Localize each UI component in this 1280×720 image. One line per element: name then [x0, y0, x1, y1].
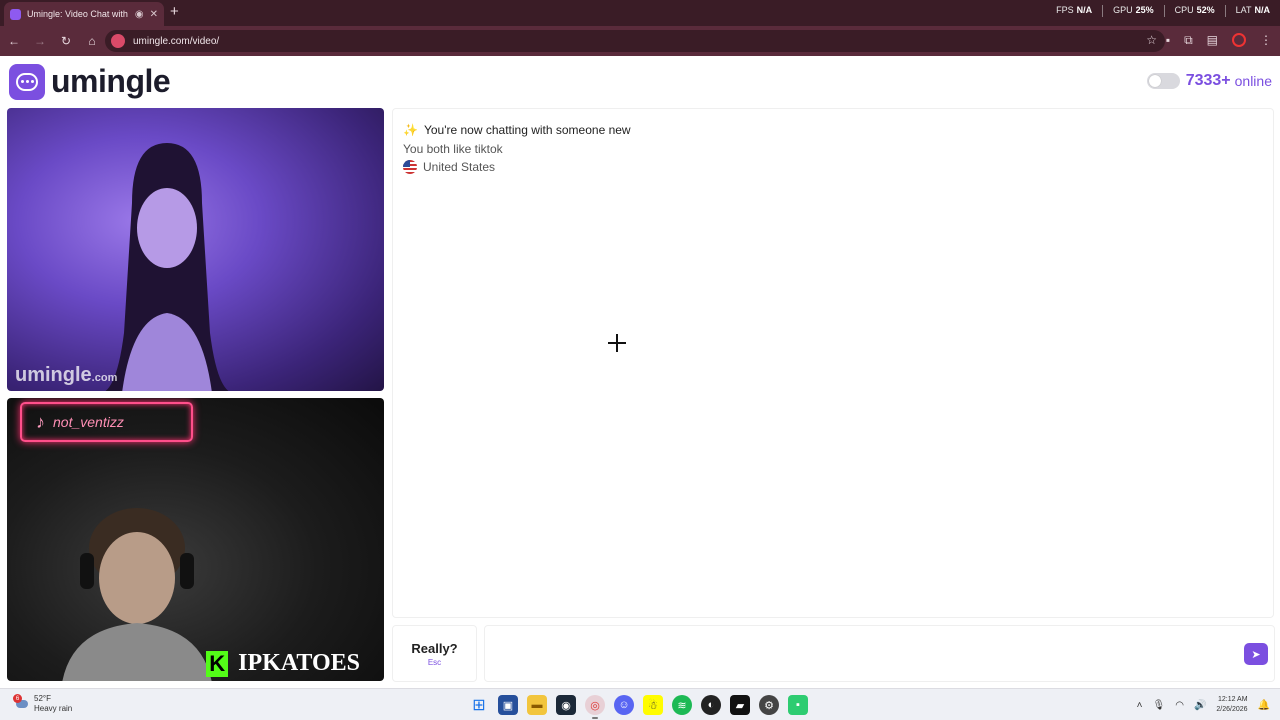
- new-tab-button[interactable]: +: [170, 3, 179, 20]
- extensions-puzzle-icon[interactable]: ⧉: [1184, 33, 1193, 48]
- back-arrow-icon[interactable]: ←: [2, 29, 26, 53]
- fps-readout: FPS N/A: [1056, 5, 1093, 15]
- taskbar-apps: ⊞ ▣ ▬ ◉ ◎ ☺ ☃ ≋ ◐ ▰ ⚙ ▪: [469, 695, 808, 719]
- browser-tab-bar: Umingle: Video Chat with S ◉ ✕ + FPS N/A …: [0, 0, 1280, 26]
- crosshair-cursor-icon: [608, 334, 626, 352]
- chat-bubble-logo-icon: [9, 63, 45, 100]
- send-icon[interactable]: ➤: [1244, 643, 1268, 665]
- tab-audio-icon[interactable]: ◉: [135, 9, 144, 20]
- system-tray: ˄ 🎙 ◠ 🔊 12:12 AM 2/26/2026 🔔: [1137, 695, 1270, 715]
- discord-icon[interactable]: ☺: [614, 695, 634, 715]
- site-info-icon[interactable]: [111, 34, 125, 48]
- site-logo[interactable]: umingle: [9, 63, 171, 100]
- streamer-tag: K IPKATOES: [206, 650, 360, 677]
- chevron-up-icon[interactable]: ˄: [1137, 700, 1143, 711]
- obs-icon[interactable]: ◐: [701, 695, 721, 715]
- wifi-icon[interactable]: ◠: [1175, 700, 1184, 711]
- country-message: United States: [403, 160, 631, 174]
- notification-bell-icon[interactable]: 🔔: [1258, 700, 1270, 711]
- home-icon[interactable]: ⌂: [80, 29, 104, 53]
- skip-shortcut-hint: Esc: [427, 657, 442, 667]
- rain-cloud-icon: 6: [13, 694, 30, 711]
- capcut-icon[interactable]: ▰: [730, 695, 750, 715]
- hud-divider: [1163, 5, 1165, 17]
- tab-close-icon[interactable]: ✕: [150, 9, 158, 20]
- remote-watermark: umingle.com: [15, 364, 118, 386]
- local-person-silhouette: [62, 508, 212, 681]
- weather-widget[interactable]: 6 52°F Heavy rain: [13, 694, 73, 714]
- reload-icon[interactable]: ↻: [54, 29, 78, 53]
- settings-gear-icon[interactable]: ⚙: [759, 695, 779, 715]
- skip-button-label: Really?: [411, 640, 458, 656]
- chrome-icon[interactable]: ◎: [585, 695, 605, 719]
- remote-video: umingle.com: [7, 108, 384, 391]
- online-indicator: 7333+ online: [1146, 72, 1272, 90]
- page-content: umingle 7333+ online umingle.com ♪ not_v…: [0, 56, 1280, 688]
- us-flag-icon: [403, 160, 417, 174]
- weather-temp: 52°F: [34, 694, 51, 703]
- system-messages: ✨ You're now chatting with someone new Y…: [403, 123, 631, 174]
- toolbar-actions: ▪ ⧉ ▤ ⋮: [1166, 33, 1272, 48]
- gpu-readout: GPU 25%: [1113, 5, 1154, 15]
- windows-start-icon[interactable]: ⊞: [469, 695, 489, 715]
- message-box: ➤: [484, 625, 1275, 682]
- cpu-readout: CPU 52%: [1174, 5, 1215, 15]
- streamer-name: IPKATOES: [238, 650, 360, 676]
- volume-icon[interactable]: 🔊: [1194, 700, 1206, 711]
- spotify-icon[interactable]: ≋: [672, 695, 692, 715]
- tiktok-icon: ♪: [36, 411, 45, 432]
- snapchat-icon[interactable]: ☃: [643, 695, 663, 715]
- kick-logo-icon: K: [206, 650, 229, 677]
- hud-divider: [1102, 5, 1104, 17]
- weather-badge: 6: [13, 694, 22, 703]
- steam-icon[interactable]: ◉: [556, 695, 576, 715]
- connected-message: ✨ You're now chatting with someone new: [403, 123, 631, 137]
- performance-overlay: FPS N/A GPU 25% CPU 52% LAT N/A: [1056, 5, 1270, 17]
- neon-sign-text: not_ventizz: [53, 414, 124, 430]
- theme-toggle[interactable]: [1146, 73, 1180, 89]
- skip-button[interactable]: Really? Esc: [392, 625, 477, 682]
- os-taskbar: 6 52°F Heavy rain ⊞ ▣ ▬ ◉ ◎ ☺ ☃ ≋ ◐ ▰ ⚙ …: [0, 688, 1280, 720]
- logo-text: umingle: [51, 63, 171, 99]
- tab-title: Umingle: Video Chat with S: [27, 9, 129, 19]
- url-text: umingle.com/video/: [133, 35, 220, 47]
- system-clock[interactable]: 12:12 AM 2/26/2026: [1216, 695, 1247, 715]
- message-input[interactable]: [495, 636, 1235, 672]
- sparkle-icon: ✨: [403, 123, 418, 137]
- extension-icon[interactable]: ▪: [1166, 33, 1170, 48]
- remote-person-silhouette: [105, 143, 229, 391]
- chat-log[interactable]: ✨ You're now chatting with someone new Y…: [392, 108, 1274, 618]
- local-video: ♪ not_ventizz K IPKATOES: [7, 398, 384, 681]
- weather-desc: Heavy rain: [34, 704, 73, 713]
- profile-avatar-icon[interactable]: [1232, 33, 1246, 47]
- bookmark-star-icon[interactable]: ☆: [1146, 33, 1157, 47]
- file-explorer-icon[interactable]: ▬: [527, 695, 547, 715]
- menu-kebab-icon[interactable]: ⋮: [1260, 33, 1272, 48]
- hud-divider: [1224, 5, 1226, 17]
- shared-interest-message: You both like tiktok: [403, 142, 503, 156]
- browser-toolbar: ← → ↻ ⌂ umingle.com/video/ ☆ ▪ ⧉ ▤ ⋮: [0, 26, 1280, 56]
- forward-arrow-icon[interactable]: →: [28, 29, 52, 53]
- sidepanel-icon[interactable]: ▤: [1207, 33, 1218, 48]
- online-count: 7333+: [1185, 72, 1231, 89]
- lat-readout: LAT N/A: [1235, 5, 1270, 15]
- umingle-favicon-icon: [10, 8, 21, 20]
- online-label: online: [1234, 73, 1272, 89]
- microphone-icon[interactable]: 🎙: [1153, 700, 1166, 711]
- app-icon[interactable]: ▪: [788, 695, 808, 715]
- taskview-icon[interactable]: ▣: [498, 695, 518, 715]
- neon-tiktok-sign: ♪ not_ventizz: [20, 402, 193, 442]
- address-bar[interactable]: umingle.com/video/ ☆: [105, 30, 1165, 52]
- browser-tab[interactable]: Umingle: Video Chat with S ◉ ✕: [4, 2, 164, 26]
